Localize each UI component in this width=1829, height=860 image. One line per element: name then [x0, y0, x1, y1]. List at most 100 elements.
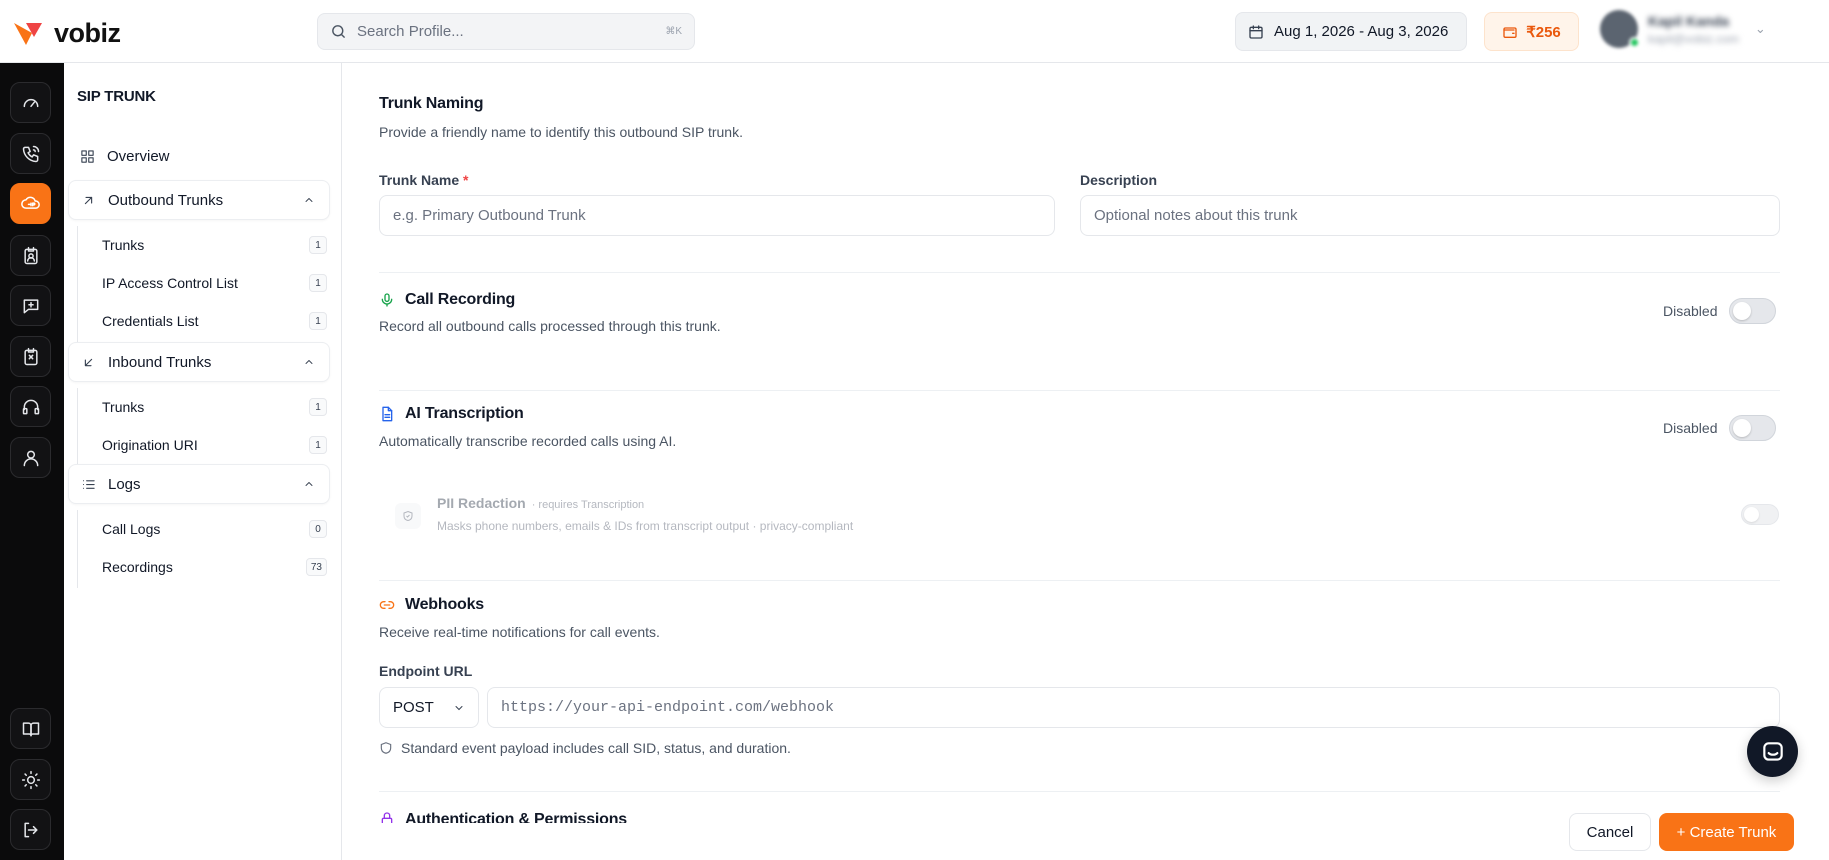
chevron-down-icon: ⌄ — [1754, 21, 1766, 36]
section-title-text: Authentication & Permissions — [405, 811, 627, 823]
sidebar-item-call-logs[interactable]: Call Logs 0 — [102, 515, 327, 543]
chevron-up-icon — [305, 482, 313, 486]
top-bar: vobiz ⌘K Aug 1, 2026 - Aug 3, 2026 ₹256 … — [0, 0, 1829, 63]
trunk-name-label-text: Trunk Name — [379, 172, 460, 188]
search-shortcut: ⌘K — [665, 26, 682, 37]
count-badge: 1 — [309, 398, 327, 416]
sip-icon[interactable] — [10, 183, 51, 224]
book-icon[interactable] — [10, 708, 51, 749]
online-status-dot — [1629, 37, 1640, 48]
sidebar-item-inbound-trunks[interactable]: Trunks 1 — [102, 393, 327, 421]
wallet-balance[interactable]: ₹256 — [1484, 12, 1579, 51]
webhook-payload-note: Standard event payload includes call SID… — [379, 740, 791, 756]
section-subtitle: Provide a friendly name to identify this… — [379, 124, 743, 140]
pii-text: PII Redaction · requires Transcription Ma… — [437, 495, 853, 533]
document-icon — [382, 406, 393, 422]
description-label: Description — [1080, 172, 1158, 188]
lock-icon — [381, 812, 393, 823]
phone-call-icon[interactable] — [10, 133, 51, 174]
chevron-up-icon — [305, 198, 313, 202]
contact-badge-icon[interactable] — [10, 235, 51, 276]
section-title-text: Webhooks — [405, 596, 485, 613]
message-plus-icon[interactable] — [10, 285, 51, 326]
sidebar-item-label: IP Access Control List — [102, 275, 238, 291]
count-badge: 73 — [305, 558, 327, 576]
sidebar-subtree-line — [77, 226, 78, 342]
section-subtitle: Automatically transcribe recorded calls … — [379, 433, 677, 449]
dashboard-gauge-icon[interactable] — [10, 82, 51, 123]
brand-logo[interactable]: vobiz — [12, 18, 121, 49]
sidebar-group-logs[interactable]: Logs — [68, 464, 330, 504]
sidebar-item-credentials-list[interactable]: Credentials List 1 — [102, 307, 327, 335]
call-recording-toggle-group: Disabled — [1663, 298, 1777, 324]
sidebar-item-recordings[interactable]: Recordings 73 — [102, 553, 327, 581]
balance-amount: ₹256 — [1526, 23, 1561, 41]
sidebar-group-inbound-trunks[interactable]: Inbound Trunks — [68, 342, 330, 382]
count-badge: 1 — [309, 312, 327, 330]
user-icon[interactable] — [10, 437, 51, 478]
search-input[interactable] — [357, 23, 656, 40]
call-recording-toggle[interactable] — [1729, 298, 1777, 324]
sidebar-item-label: Recordings — [102, 559, 173, 575]
microphone-icon — [381, 293, 393, 307]
chevron-down-icon — [455, 705, 463, 710]
pii-requires-note: · requires Transcription — [531, 499, 645, 511]
chevron-up-icon — [305, 360, 313, 364]
description-input[interactable] — [1080, 195, 1780, 236]
note-text: Standard event payload includes call SID… — [401, 740, 791, 756]
section-subtitle: Receive real-time notifications for call… — [379, 624, 660, 640]
endpoint-url-label: Endpoint URL — [379, 663, 473, 679]
search-bar[interactable]: ⌘K — [317, 13, 695, 50]
sidebar-item-origination-uri[interactable]: Origination URI 1 — [102, 431, 327, 459]
user-email: kapil@vobiz.com — [1648, 31, 1739, 46]
sidebar-item-label: Overview — [107, 147, 170, 165]
user-info: Kapil Kanda kapil@vobiz.com — [1648, 13, 1739, 46]
pii-redaction-option: PII Redaction · requires Transcription Ma… — [395, 495, 853, 533]
report-icon[interactable] — [10, 336, 51, 377]
count-badge: 0 — [309, 520, 327, 538]
date-range-text: Aug 1, 2026 - Aug 3, 2026 — [1274, 23, 1449, 40]
shield-icon — [380, 742, 392, 754]
chat-launcher[interactable] — [1747, 726, 1798, 777]
brand-name: vobiz — [54, 18, 121, 48]
calendar-icon — [1249, 24, 1263, 39]
sidebar-title: SIP TRUNK — [77, 88, 156, 105]
ai-transcription-toggle-group: Disabled — [1663, 415, 1777, 441]
arrow-down-left-icon — [84, 358, 93, 366]
sidebar-subtree-line — [77, 510, 78, 588]
count-badge: 1 — [309, 436, 327, 454]
sidebar-subtree-line — [77, 388, 78, 466]
link-icon — [379, 601, 395, 609]
sidebar-item-outbound-trunks[interactable]: Trunks 1 — [102, 231, 327, 259]
sun-icon[interactable] — [10, 759, 51, 800]
sidebar-group-label: Inbound Trunks — [108, 353, 212, 371]
section-title-webhooks: Webhooks — [379, 596, 484, 614]
pii-description: Masks phone numbers, emails & IDs from t… — [437, 519, 854, 533]
webhook-url-input[interactable] — [487, 687, 1780, 728]
sidebar-item-overview[interactable]: Overview — [68, 136, 330, 176]
section-title-trunk-naming: Trunk Naming — [379, 95, 484, 112]
sidebar-group-outbound-trunks[interactable]: Outbound Trunks — [68, 180, 330, 220]
http-method-select[interactable]: POST — [379, 687, 479, 728]
section-subtitle: Record all outbound calls processed thro… — [379, 318, 721, 334]
shield-check-icon — [395, 503, 421, 529]
create-trunk-button[interactable]: + Create Trunk — [1659, 813, 1794, 851]
headset-icon[interactable] — [10, 386, 51, 427]
sidebar-item-ip-access-control-list[interactable]: IP Access Control List 1 — [102, 269, 327, 297]
date-range-picker[interactable]: Aug 1, 2026 - Aug 3, 2026 — [1235, 12, 1467, 51]
ai-transcription-toggle[interactable] — [1729, 415, 1777, 441]
logout-icon[interactable] — [10, 809, 51, 850]
trunk-name-input[interactable] — [379, 195, 1055, 236]
cancel-button[interactable]: Cancel — [1569, 813, 1651, 851]
toggle-state-label: Disabled — [1663, 420, 1718, 436]
section-divider — [379, 272, 1780, 273]
pii-redaction-toggle[interactable] — [1741, 504, 1779, 525]
arrow-up-right-icon — [84, 196, 93, 204]
section-title-ai-transcription: AI Transcription — [379, 405, 524, 423]
search-icon — [332, 25, 345, 38]
grid-icon — [81, 149, 94, 163]
trunk-name-label: Trunk Name * — [379, 172, 468, 188]
section-title-authentication: Authentication & Permissions — [379, 811, 627, 823]
main-content: Trunk Naming Provide a friendly name to … — [343, 63, 1829, 860]
user-menu[interactable]: Kapil Kanda kapil@vobiz.com ⌄ — [1600, 10, 1766, 48]
